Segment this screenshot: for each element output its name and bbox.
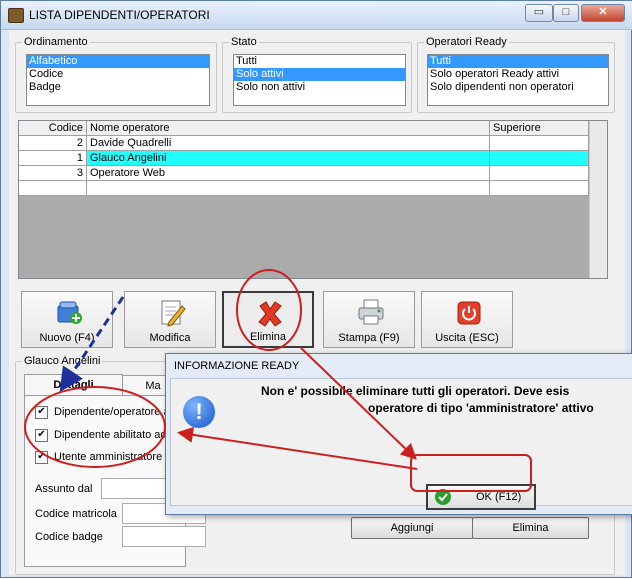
ordinamento-group: Ordinamento Alfabetico Codice Badge [15, 36, 217, 113]
operatori-ready-list[interactable]: Tutti Solo operatori Ready attivi Solo d… [427, 54, 609, 106]
red-x-icon [258, 301, 282, 327]
badge-field[interactable] [122, 526, 206, 547]
stampa-button[interactable]: Stampa (F9) [323, 291, 415, 348]
ordinamento-title: Ordinamento [22, 36, 90, 48]
operatori-ready-title: Operatori Ready [424, 36, 509, 48]
stato-title: Stato [229, 36, 259, 48]
elimina-button[interactable]: Elimina [222, 291, 314, 348]
stampa-label: Stampa (F9) [338, 332, 400, 344]
ready-item-non-operatori[interactable]: Solo dipendenti non operatori [428, 81, 608, 94]
main-window: LISTA DIPENDENTI/OPERATORI ▭ □ ✕ Ordinam… [0, 0, 632, 578]
uscita-button[interactable]: Uscita (ESC) [421, 291, 513, 348]
stato-item-solo-attivi[interactable]: Solo attivi [234, 68, 405, 81]
info-dialog: INFORMAZIONE READY ! Non e' possibile el… [165, 353, 632, 515]
check-dipendente-operatore[interactable]: ✔ [35, 406, 48, 419]
table-row-empty[interactable] [19, 181, 87, 196]
table-row-codice[interactable]: 1 [19, 151, 87, 166]
table-row-superiore[interactable] [490, 151, 589, 166]
stato-group: Stato Tutti Solo attivi Solo non attivi [222, 36, 412, 113]
nuovo-label: Nuovo (F4) [39, 332, 95, 344]
nuovo-button[interactable]: Nuovo (F4) [21, 291, 113, 348]
table-row-codice[interactable]: 2 [19, 136, 87, 151]
elimina-detail-button[interactable]: Elimina [472, 517, 589, 539]
column-header-nome[interactable]: Nome operatore [87, 121, 490, 136]
dialog-message-line1: Non e' possibile eliminare tutti gli ope… [261, 384, 570, 398]
tab-dettagli-label: Dettagli [53, 379, 94, 391]
ordinamento-item-alfabetico[interactable]: Alfabetico [27, 55, 209, 68]
window-title: LISTA DIPENDENTI/OPERATORI [29, 8, 210, 22]
tab-second-label: Ma [145, 380, 161, 392]
check-dipendente-operatore-label: Dipendente/operatore a [54, 406, 170, 418]
app-icon [8, 8, 24, 23]
check-utente-amministratore-label: Utente amministratore [54, 451, 163, 463]
table-row-codice[interactable]: 3 [19, 166, 87, 181]
ok-label: OK (F12) [476, 491, 522, 503]
aggiungi-button[interactable]: Aggiungi [351, 517, 473, 539]
table-row-nome[interactable]: Operatore Web [87, 166, 490, 181]
modifica-button[interactable]: Modifica [124, 291, 216, 348]
table-row-nome-selected[interactable]: Glauco Angelini [87, 151, 490, 166]
dialog-title: INFORMAZIONE READY [174, 360, 300, 372]
uscita-label: Uscita (ESC) [435, 332, 499, 344]
table-row-superiore[interactable] [490, 136, 589, 151]
table-row-empty[interactable] [490, 181, 589, 196]
check-dipendente-abilitato-label: Dipendente abilitato ad [54, 429, 167, 441]
power-icon [457, 301, 481, 325]
ready-item-tutti[interactable]: Tutti [428, 55, 608, 68]
table-row-empty[interactable] [87, 181, 490, 196]
grid-scrollbar[interactable] [589, 121, 607, 278]
details-group-title: Glauco Angelini [22, 355, 103, 367]
minimize-icon: ▭ [533, 6, 545, 18]
check-utente-amministratore[interactable]: ✔ [35, 451, 48, 464]
table-row-superiore[interactable] [490, 166, 589, 181]
info-icon: ! [183, 396, 215, 428]
operatori-ready-group: Operatori Ready Tutti Solo operatori Rea… [417, 36, 615, 113]
elimina-label: Elimina [249, 331, 287, 343]
ordinamento-item-badge[interactable]: Badge [27, 81, 209, 94]
column-header-superiore[interactable]: Superiore [490, 121, 589, 136]
dialog-message-line2: operatore di tipo 'amministratore' attiv… [368, 401, 594, 415]
edit-document-icon [161, 300, 186, 327]
ready-item-solo-attivi[interactable]: Solo operatori Ready attivi [428, 68, 608, 81]
maximize-button[interactable]: □ [553, 4, 579, 22]
stato-item-solo-non-attivi[interactable]: Solo non attivi [234, 81, 405, 94]
maximize-icon: □ [562, 6, 570, 18]
ordinamento-item-codice[interactable]: Codice [27, 68, 209, 81]
modifica-label: Modifica [149, 332, 191, 344]
stato-item-tutti[interactable]: Tutti [234, 55, 405, 68]
add-user-icon [57, 301, 82, 324]
dialog-body: ! Non e' possibile eliminare tutti gli o… [170, 378, 632, 510]
matricola-label: Codice matricola [35, 508, 117, 520]
close-button[interactable]: ✕ [581, 4, 625, 22]
operators-grid[interactable]: Codice Nome operatore Superiore 2 Davide… [18, 120, 608, 279]
close-icon: ✕ [598, 6, 608, 18]
checkmark-icon [435, 489, 451, 505]
badge-label: Codice badge [35, 531, 103, 543]
check-dipendente-abilitato[interactable]: ✔ [35, 429, 48, 442]
table-row-nome[interactable]: Davide Quadrelli [87, 136, 490, 151]
tab-dettagli[interactable]: Dettagli [24, 374, 123, 395]
stato-list[interactable]: Tutti Solo attivi Solo non attivi [233, 54, 406, 106]
ok-button[interactable]: OK (F12) [426, 484, 536, 510]
assunto-label: Assunto dal [35, 483, 93, 495]
printer-icon [358, 299, 384, 325]
minimize-button[interactable]: ▭ [525, 4, 553, 22]
column-header-codice[interactable]: Codice [19, 121, 87, 136]
ordinamento-list[interactable]: Alfabetico Codice Badge [26, 54, 210, 106]
title-bar[interactable]: LISTA DIPENDENTI/OPERATORI ▭ □ ✕ [1, 1, 632, 30]
